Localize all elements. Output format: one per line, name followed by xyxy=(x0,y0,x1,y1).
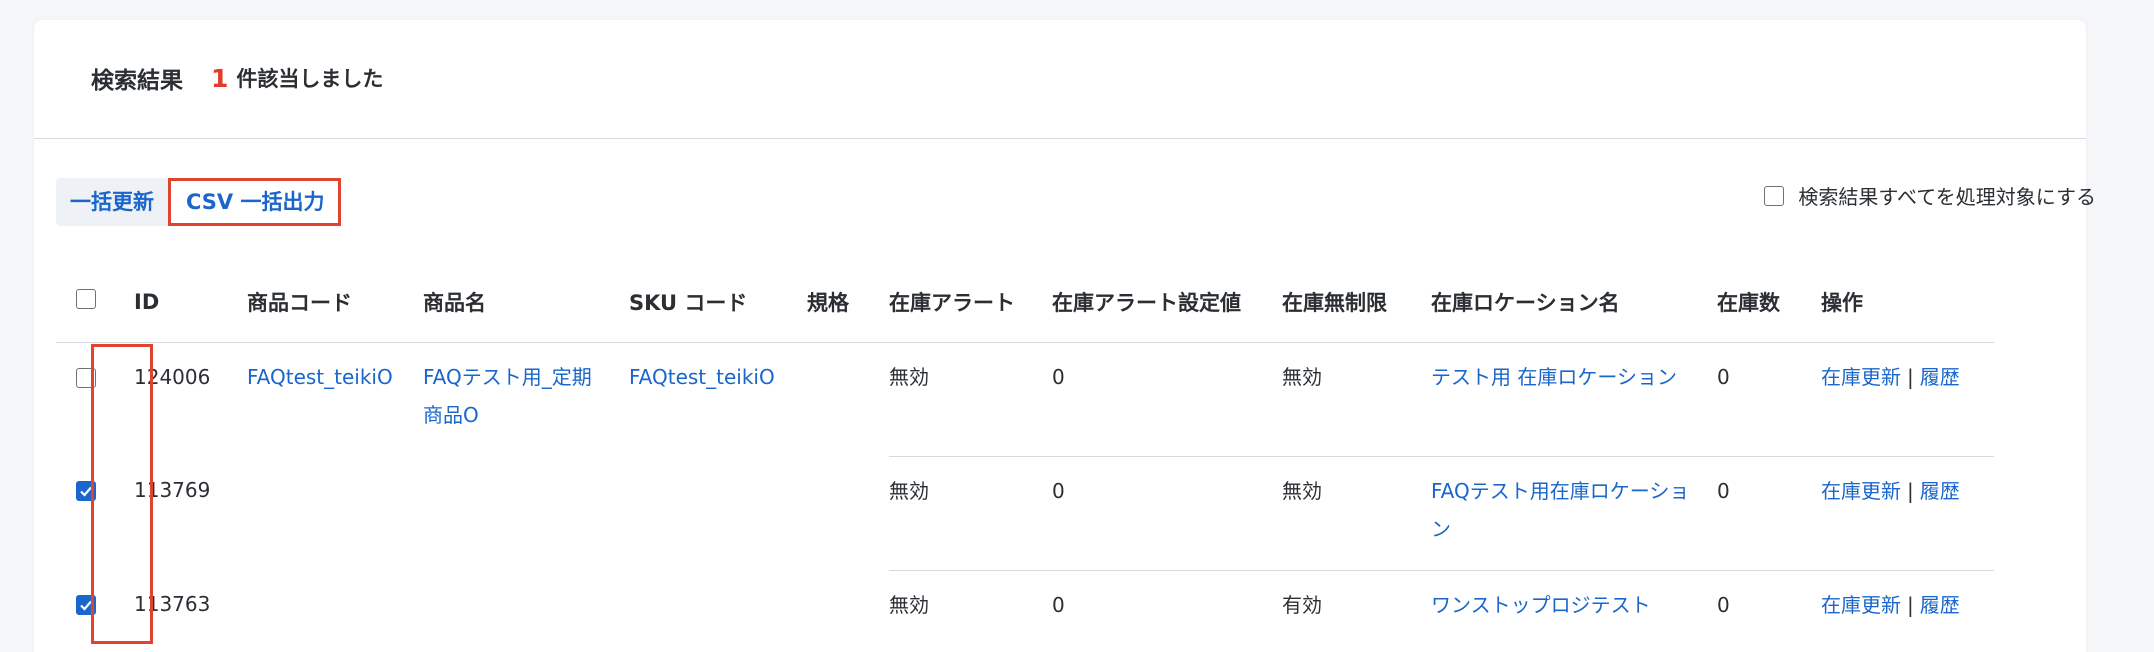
row-sku-code: FAQtest_teikiO xyxy=(629,342,807,456)
product-code-link[interactable]: FAQtest_teikiO xyxy=(247,365,393,389)
row-unlimited: 無効 xyxy=(1282,342,1431,457)
header-unlimited: 在庫無制限 xyxy=(1282,262,1431,343)
row-checkbox-cell xyxy=(56,456,134,570)
header-product-name: 商品名 xyxy=(423,262,629,343)
row-product-code xyxy=(247,570,423,652)
row-operations: 在庫更新 | 履歴 xyxy=(1821,342,1994,457)
location-link[interactable]: ワンストップロジテスト xyxy=(1431,593,1651,617)
row-quantity: 0 xyxy=(1717,456,1821,571)
header-spec: 規格 xyxy=(807,262,889,343)
row-quantity: 0 xyxy=(1717,592,1730,617)
row-location: テスト用 在庫ロケーション xyxy=(1431,342,1717,457)
row-checkbox[interactable] xyxy=(76,367,96,388)
bulk-update-button[interactable]: 一括更新 xyxy=(56,178,168,226)
checkmark-icon xyxy=(80,600,92,611)
table-header-row: ID 商品コード 商品名 SKU コード 規格 在庫アラート 在庫アラート設定値… xyxy=(56,262,1994,343)
row-sku-code xyxy=(629,456,807,570)
row-product-name xyxy=(423,456,629,570)
row-quantity: 0 xyxy=(1717,342,1821,457)
row-location: FAQテスト用在庫ロケーション xyxy=(1431,456,1717,571)
select-all-checkbox[interactable] xyxy=(1764,185,1785,206)
row-id: 113769 xyxy=(134,478,211,502)
page-title: 検索結果 xyxy=(91,68,183,94)
row-product-name: FAQテスト用_定期商品O xyxy=(423,342,629,456)
result-count-suffix: 件該当しました xyxy=(236,67,384,91)
header-id: ID xyxy=(134,262,247,343)
sku-code-link[interactable]: FAQtest_teikiO xyxy=(629,365,775,389)
table-row: 124006 FAQtest_teikiO FAQテスト用_定期商品O FAQt… xyxy=(56,342,1994,457)
header-operations: 操作 xyxy=(1821,262,1994,343)
row-spec xyxy=(807,570,889,652)
op-separator: | xyxy=(1907,364,1914,389)
header-stock-alert-value: 在庫アラート設定値 xyxy=(1052,262,1282,343)
csv-export-button[interactable]: CSV 一括出力 xyxy=(168,178,341,226)
product-name-link[interactable]: FAQテスト用_定期商品O xyxy=(423,365,592,427)
bulk-action-group: 一括更新 CSV 一括出力 xyxy=(56,178,341,226)
results-toolbar: 一括更新 CSV 一括出力 検索結果すべてを処理対象にする xyxy=(56,178,2096,226)
checkmark-icon xyxy=(80,486,92,497)
row-sku-code xyxy=(629,570,807,652)
header-sku-code: SKU コード xyxy=(629,262,807,343)
row-unlimited: 有効 xyxy=(1282,592,1322,617)
location-link[interactable]: テスト用 在庫ロケーション xyxy=(1431,365,1677,389)
header-location: 在庫ロケーション名 xyxy=(1431,262,1717,343)
row-unlimited: 無効 xyxy=(1282,456,1431,571)
row-location: ワンストップロジテスト xyxy=(1431,570,1717,652)
row-stock-alert-value: 0 xyxy=(1052,456,1282,571)
history-link[interactable]: 履歴 xyxy=(1920,365,1960,389)
row-id: 113763 xyxy=(134,592,211,616)
row-operations: 在庫更新 | 履歴 xyxy=(1821,456,1994,571)
header-checkbox[interactable] xyxy=(76,289,96,310)
history-link[interactable]: 履歴 xyxy=(1920,593,1960,617)
row-checkbox[interactable] xyxy=(76,481,96,501)
stock-update-link[interactable]: 在庫更新 xyxy=(1821,479,1901,503)
row-spec xyxy=(807,456,889,570)
header-quantity: 在庫数 xyxy=(1717,262,1821,343)
table-row: 113769 無効 0 無効 FAQテスト用在庫ロケーション 0 在庫更新 | 履歴 xyxy=(56,456,1994,571)
header-checkbox-cell xyxy=(56,262,134,343)
header-product-code: 商品コード xyxy=(247,262,423,343)
row-stock-alert-value: 0 xyxy=(1052,592,1065,617)
row-stock-alert: 無効 xyxy=(889,456,1052,571)
table-row: 113763 無効 0 有効 ワンストップロジテスト 0 在庫更新 | 履歴 xyxy=(56,570,1994,652)
row-stock-alert-value: 0 xyxy=(1052,342,1282,457)
select-all-label: 検索結果すべてを処理対象にする xyxy=(1798,185,2096,209)
row-spec xyxy=(807,342,889,456)
select-all-results[interactable]: 検索結果すべてを処理対象にする xyxy=(1764,181,2096,210)
stock-update-link[interactable]: 在庫更新 xyxy=(1821,365,1901,389)
row-stock-alert: 無効 xyxy=(889,592,929,617)
row-checkbox[interactable] xyxy=(76,595,96,615)
row-checkbox-cell xyxy=(56,342,134,456)
search-results-header: 検索結果 1 件該当しました xyxy=(34,20,2086,139)
result-count: 1 xyxy=(211,63,229,93)
row-stock-alert: 無効 xyxy=(889,342,1052,457)
row-operations: 在庫更新 | 履歴 xyxy=(1821,570,1994,652)
row-product-code: FAQtest_teikiO xyxy=(247,342,423,456)
row-product-code xyxy=(247,456,423,570)
op-separator: | xyxy=(1907,592,1914,617)
header-stock-alert: 在庫アラート xyxy=(889,262,1052,343)
history-link[interactable]: 履歴 xyxy=(1920,479,1960,503)
row-id: 124006 xyxy=(134,364,211,389)
stock-table: ID 商品コード 商品名 SKU コード 規格 在庫アラート 在庫アラート設定値… xyxy=(56,262,1994,652)
stock-update-link[interactable]: 在庫更新 xyxy=(1821,593,1901,617)
op-separator: | xyxy=(1907,478,1914,503)
row-product-name xyxy=(423,570,629,652)
row-checkbox-cell xyxy=(56,570,134,652)
location-link[interactable]: FAQテスト用在庫ロケーション xyxy=(1431,479,1689,541)
